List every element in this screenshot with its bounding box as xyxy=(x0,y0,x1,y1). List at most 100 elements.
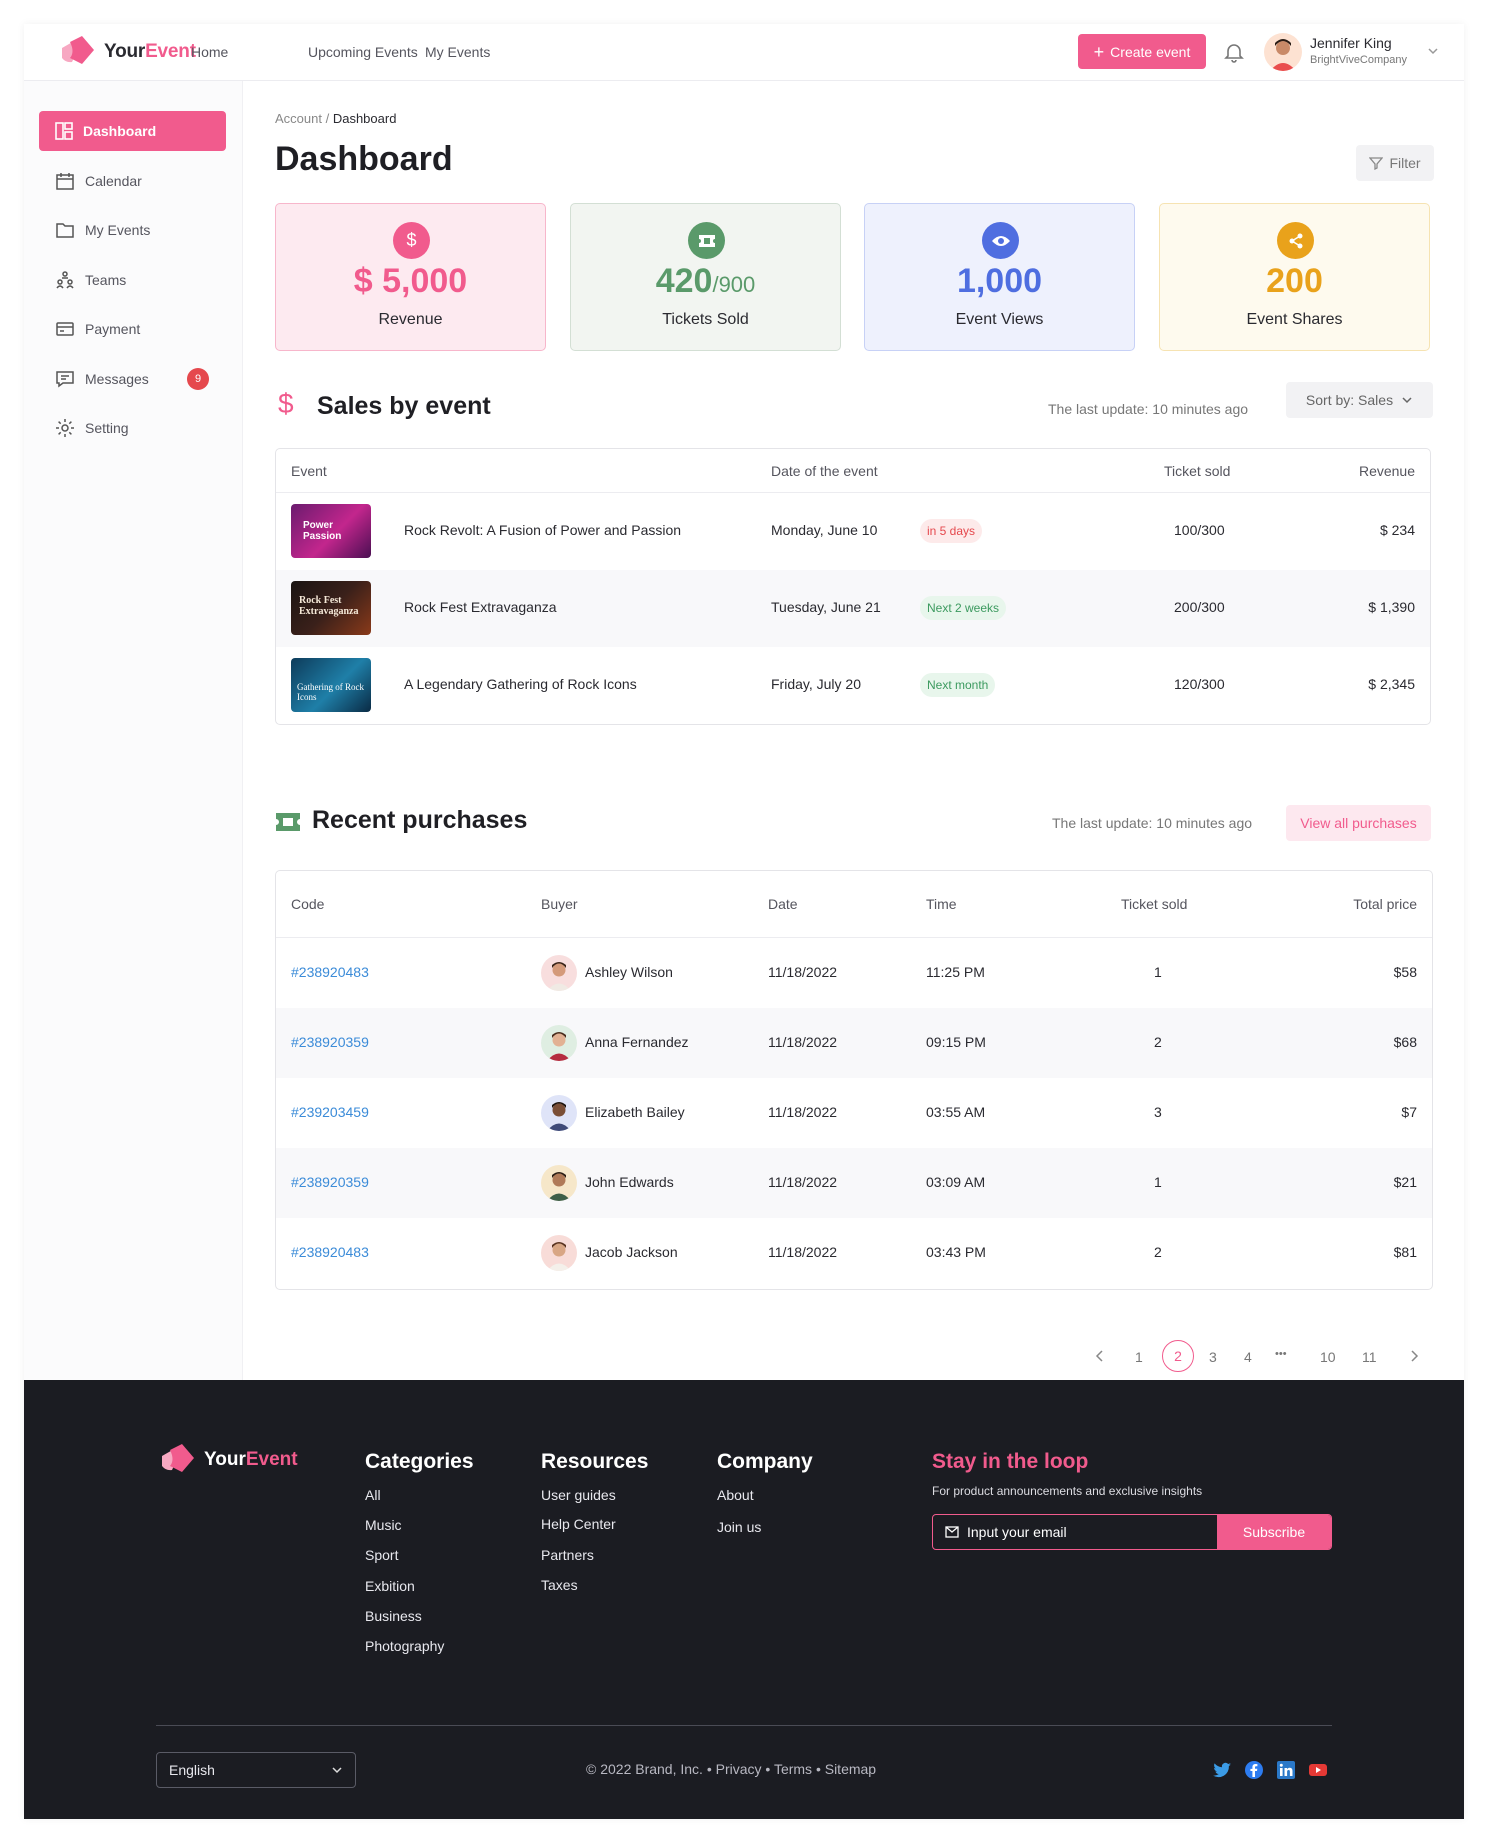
event-thumbnail: Gathering of Rock Icons xyxy=(291,658,371,712)
purchase-time: 09:15 PM xyxy=(926,1034,986,1050)
table-row[interactable]: Gathering of Rock Icons A Legendary Gath… xyxy=(276,647,1430,724)
sidebar-item-messages[interactable]: Messages 9 xyxy=(39,359,226,399)
purchase-code-link[interactable]: #239203459 xyxy=(291,1104,369,1120)
purchase-time: 03:43 PM xyxy=(926,1244,986,1260)
footer-categories-title: Categories xyxy=(365,1450,474,1473)
footer-link[interactable]: Taxes xyxy=(541,1577,578,1593)
create-event-button[interactable]: + Create event xyxy=(1078,34,1206,69)
folder-icon xyxy=(56,223,74,238)
page-link[interactable]: 10 xyxy=(1320,1349,1336,1365)
event-name: Rock Revolt: A Fusion of Power and Passi… xyxy=(404,522,682,538)
purchase-code-link[interactable]: #238920483 xyxy=(291,964,369,980)
sidebar-item-label: Setting xyxy=(85,420,129,436)
event-date: Monday, June 10 xyxy=(771,522,878,538)
avatar xyxy=(541,1165,577,1201)
footer-brand-logo[interactable]: YourEvent xyxy=(156,1442,298,1478)
ticket-sold: 200/300 xyxy=(1174,599,1225,615)
table-row[interactable]: #238920483 Ashley Wilson 11/18/2022 11:2… xyxy=(276,938,1432,1008)
plus-icon: + xyxy=(1093,41,1105,62)
sidebar: Dashboard Calendar My Events Teams Payme… xyxy=(24,81,243,1381)
sidebar-item-teams[interactable]: Teams xyxy=(39,260,226,300)
footer-link[interactable]: User guides xyxy=(541,1487,616,1503)
stat-card-tickets: 420/900 Tickets Sold xyxy=(570,203,841,351)
col-buyer: Buyer xyxy=(541,896,578,912)
brand-logo[interactable]: YourEvent xyxy=(56,34,196,70)
event-thumbnail: Power Passion xyxy=(291,504,371,558)
nav-home-link[interactable]: Home xyxy=(191,44,228,60)
event-date: Tuesday, June 21 xyxy=(771,599,881,615)
table-row[interactable]: #238920483 Jacob Jackson 11/18/2022 03:4… xyxy=(276,1218,1432,1288)
purchase-code-link[interactable]: #238920359 xyxy=(291,1174,369,1190)
dollar-icon: $ xyxy=(393,222,430,259)
footer-link[interactable]: Music xyxy=(365,1517,402,1533)
thumbnail-text: Power Passion xyxy=(303,520,342,542)
linkedin-icon[interactable] xyxy=(1276,1760,1296,1780)
col-time: Time xyxy=(926,896,957,912)
page-link-current[interactable]: 2 xyxy=(1162,1340,1194,1372)
col-event: Event xyxy=(291,463,327,479)
filter-button[interactable]: Filter xyxy=(1356,145,1434,181)
gear-icon xyxy=(56,419,74,437)
page-ellipsis: ••• xyxy=(1275,1348,1287,1360)
chevron-left-icon[interactable] xyxy=(1094,1349,1106,1366)
footer-link[interactable]: All xyxy=(365,1487,381,1503)
footer-link[interactable]: Sport xyxy=(365,1547,398,1563)
footer-link[interactable]: Photography xyxy=(365,1638,444,1654)
sidebar-item-label: My Events xyxy=(85,222,151,238)
sidebar-item-dashboard[interactable]: Dashboard xyxy=(39,111,226,151)
language-select[interactable]: English xyxy=(156,1752,356,1788)
sales-section-title: Sales by event xyxy=(317,392,491,420)
ticket-sold: 100/300 xyxy=(1174,522,1225,538)
nav-my-events-link[interactable]: My Events xyxy=(425,44,490,60)
footer-link[interactable]: Business xyxy=(365,1608,422,1624)
table-row[interactable]: Rock Fest Extravaganza Rock Fest Extrava… xyxy=(276,570,1430,647)
sidebar-item-calendar[interactable]: Calendar xyxy=(39,161,226,201)
email-input[interactable]: Input your email xyxy=(933,1515,1217,1549)
purchase-code-link[interactable]: #238920483 xyxy=(291,1244,369,1260)
col-ticket-sold: Ticket sold xyxy=(1121,896,1188,912)
footer-link[interactable]: Help Center xyxy=(541,1516,616,1532)
table-row[interactable]: Power Passion Rock Revolt: A Fusion of P… xyxy=(276,493,1430,570)
facebook-icon[interactable] xyxy=(1244,1760,1264,1780)
chevron-right-icon[interactable] xyxy=(1408,1349,1420,1366)
page-link[interactable]: 1 xyxy=(1135,1349,1143,1365)
purchase-date: 11/18/2022 xyxy=(768,1244,838,1260)
calendar-icon xyxy=(56,173,74,190)
col-code: Code xyxy=(291,896,325,912)
table-row[interactable]: #238920359 John Edwards 11/18/2022 03:09… xyxy=(276,1148,1432,1218)
sidebar-item-payment[interactable]: Payment xyxy=(39,309,226,349)
breadcrumb: Account / Dashboard xyxy=(275,111,396,126)
stat-card-shares: 200 Event Shares xyxy=(1159,203,1430,351)
event-name: A Legendary Gathering of Rock Icons xyxy=(404,676,637,692)
youtube-icon[interactable] xyxy=(1308,1760,1328,1780)
ticket-logo-icon xyxy=(162,1444,194,1472)
purchase-code-link[interactable]: #238920359 xyxy=(291,1034,369,1050)
page-link[interactable]: 11 xyxy=(1362,1349,1377,1365)
subscribe-button[interactable]: Subscribe xyxy=(1217,1515,1331,1549)
footer-link[interactable]: Exbition xyxy=(365,1578,415,1594)
table-row[interactable]: #239203459 Elizabeth Bailey 11/18/2022 0… xyxy=(276,1078,1432,1148)
bell-icon[interactable] xyxy=(1222,40,1246,64)
thumbnail-text: Rock Fest Extravaganza xyxy=(299,595,359,617)
sidebar-item-my-events[interactable]: My Events xyxy=(39,210,226,250)
twitter-icon[interactable] xyxy=(1212,1760,1232,1780)
nav-upcoming-link[interactable]: Upcoming Events xyxy=(308,44,418,60)
copyright-text: © 2022 Brand, Inc. • Privacy • Terms • S… xyxy=(586,1761,877,1777)
user-avatar[interactable] xyxy=(1264,33,1302,71)
chevron-down-icon[interactable] xyxy=(1426,44,1440,63)
thumbnail-text: Gathering of Rock Icons xyxy=(297,682,364,702)
view-all-purchases-button[interactable]: View all purchases xyxy=(1286,805,1431,841)
breadcrumb-parent[interactable]: Account / xyxy=(275,111,329,126)
sort-dropdown[interactable]: Sort by: Sales xyxy=(1286,382,1433,418)
pagination: 1 2 3 4 ••• 10 11 xyxy=(1094,1340,1444,1376)
footer-link[interactable]: Join us xyxy=(717,1519,761,1535)
footer-link[interactable]: Partners xyxy=(541,1547,594,1563)
footer-link[interactable]: About xyxy=(717,1487,754,1503)
brand-name: YourEvent xyxy=(104,41,196,62)
table-row[interactable]: #238920359 Anna Fernandez 11/18/2022 09:… xyxy=(276,1008,1432,1078)
share-icon xyxy=(1277,222,1314,259)
page-link[interactable]: 4 xyxy=(1244,1349,1252,1365)
purchase-time: 03:55 AM xyxy=(926,1104,986,1120)
sidebar-item-setting[interactable]: Setting xyxy=(39,408,226,448)
page-link[interactable]: 3 xyxy=(1209,1349,1217,1365)
